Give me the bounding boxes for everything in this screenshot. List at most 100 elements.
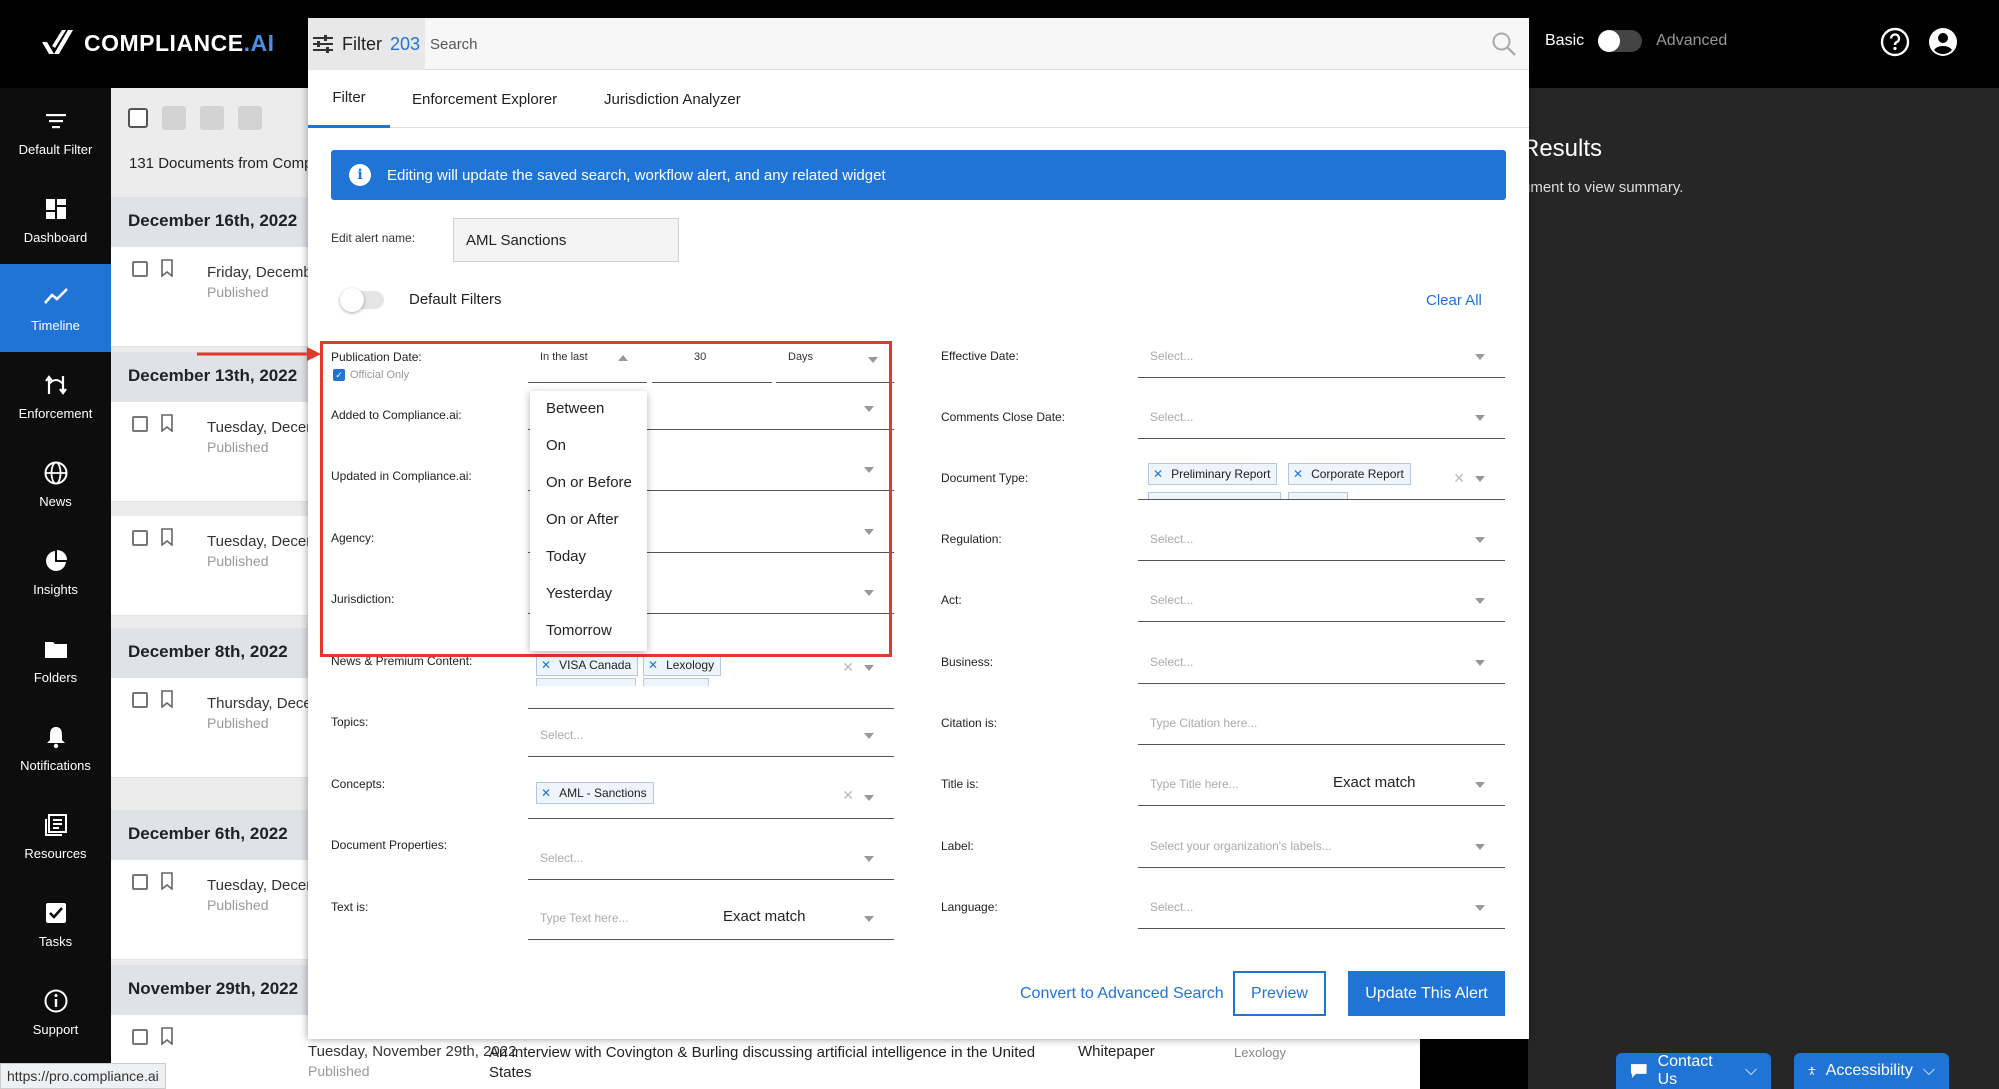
placeholder: Select...	[1150, 349, 1194, 363]
row-checkbox[interactable]	[132, 874, 148, 890]
sidebar-item-default-filter[interactable]: Default Filter	[0, 88, 111, 176]
search-input[interactable]	[430, 30, 1430, 58]
clear-icon[interactable]: ✕	[842, 659, 854, 676]
sidebar-item-notifications[interactable]: Notifications	[0, 704, 111, 792]
update-alert-button[interactable]: Update This Alert	[1348, 971, 1505, 1016]
filter-button[interactable]: Filter 203	[308, 18, 425, 70]
menu-item-yesterday[interactable]: Yesterday	[546, 585, 612, 602]
contact-us-button[interactable]: Contact Us ⌵	[1616, 1053, 1771, 1089]
row-checkbox[interactable]	[132, 692, 148, 708]
accessibility-button[interactable]: Accessibility ⌵	[1794, 1053, 1949, 1089]
concepts-select[interactable]: ✕ AML - Sanctions ✕	[528, 775, 894, 819]
user-account-icon[interactable]	[1928, 27, 1958, 57]
sidebar-item-tasks[interactable]: Tasks	[0, 880, 111, 968]
remove-icon[interactable]: ✕	[541, 786, 551, 800]
list-item[interactable]: Tuesday, Decer Published	[111, 516, 311, 616]
label-select[interactable]: Select your organization's labels...	[1138, 824, 1505, 868]
bookmark-icon[interactable]	[160, 528, 174, 546]
bookmark-icon[interactable]	[160, 414, 174, 432]
convert-advanced-search-link[interactable]: Convert to Advanced Search	[1020, 985, 1224, 1003]
menu-item-between[interactable]: Between	[546, 400, 604, 417]
row-checkbox[interactable]	[132, 530, 148, 546]
sidebar-item-dashboard[interactable]: Dashboard	[0, 176, 111, 264]
sidebar-item-news[interactable]: News	[0, 440, 111, 528]
chevron-down-icon	[1475, 905, 1485, 911]
sidebar-item-resources[interactable]: Resources	[0, 792, 111, 880]
doc-properties-select[interactable]: Select...	[528, 836, 894, 880]
row-checkbox[interactable]	[132, 1029, 148, 1045]
preview-button[interactable]: Preview	[1233, 971, 1326, 1016]
menu-item-today[interactable]: Today	[546, 548, 586, 565]
menu-item-on[interactable]: On	[546, 437, 566, 454]
language-select[interactable]: Select...	[1138, 885, 1505, 929]
add-to-folder-icon[interactable]	[162, 106, 186, 130]
sidebar-item-support[interactable]: Support	[0, 968, 111, 1056]
tab-enforcement-explorer[interactable]: Enforcement Explorer	[412, 70, 557, 128]
default-filters-toggle[interactable]	[340, 288, 384, 312]
bookmark-icon[interactable]	[160, 1027, 174, 1045]
regulation-select[interactable]: Select...	[1138, 517, 1505, 561]
sidebar-item-insights[interactable]: Insights	[0, 528, 111, 616]
remove-icon[interactable]: ✕	[541, 658, 551, 672]
mode-toggle[interactable]	[1598, 30, 1643, 52]
sidebar-item-label: Support	[32, 1021, 79, 1037]
chevron-down-icon	[1475, 598, 1485, 604]
chip-label: VISA Canada	[559, 658, 632, 672]
bookmark-icon[interactable]	[160, 690, 174, 708]
chip[interactable]: ✕ AML - Sanctions	[536, 782, 654, 804]
effective-date-select[interactable]: Select...	[1138, 334, 1505, 378]
business-select[interactable]: Select...	[1138, 640, 1505, 684]
select-all-checkbox[interactable]	[128, 108, 148, 128]
app-logo[interactable]: COMPLIANCE.AI	[40, 24, 275, 62]
clear-icon[interactable]: ✕	[1453, 470, 1465, 487]
act-select[interactable]: Select...	[1138, 578, 1505, 622]
chip[interactable]: ✕ Corporate Report	[1288, 463, 1411, 485]
print-icon[interactable]	[238, 106, 262, 130]
accessibility-icon	[1808, 1066, 1816, 1076]
match-mode-select[interactable]: Exact match	[1333, 774, 1416, 791]
row-status: Published	[308, 1063, 370, 1079]
placeholder: Type Text here...	[540, 911, 629, 925]
remove-icon[interactable]: ✕	[1293, 467, 1303, 481]
document-type-select[interactable]: ✕ Preliminary Report ✕ Corporate Report ✕	[1138, 456, 1505, 500]
chip[interactable]: ✕ Lexology	[643, 654, 722, 676]
row-checkbox[interactable]	[132, 416, 148, 432]
remove-icon[interactable]: ✕	[648, 658, 658, 672]
chip[interactable]: ✕ Preliminary Report	[1148, 463, 1278, 485]
clear-icon[interactable]: ✕	[842, 787, 854, 804]
topics-select[interactable]: Select...	[528, 713, 894, 757]
text-is-input[interactable]: Type Text here... Exact match	[528, 896, 894, 940]
sidebar-item-timeline[interactable]: Timeline	[0, 264, 111, 352]
sidebar-item-folders[interactable]: Folders	[0, 616, 111, 704]
match-mode-select[interactable]: Exact match	[723, 908, 806, 925]
bookmark-icon[interactable]	[160, 259, 174, 277]
chevron-down-icon: ⌵	[1744, 1062, 1757, 1079]
news-premium-select[interactable]: ✕ VISA Canada ✕ Lexology ✕	[528, 653, 894, 709]
list-item[interactable]: Tuesday, Decer Published	[111, 402, 311, 502]
default-filters-label: Default Filters	[409, 291, 502, 308]
row-title[interactable]: An interview with Covington & Burling di…	[489, 1043, 1069, 1083]
alert-name-input[interactable]	[453, 218, 679, 262]
title-is-input[interactable]: Type Title here... Exact match	[1138, 762, 1505, 806]
clear-all-link[interactable]: Clear All	[1426, 292, 1482, 309]
email-icon[interactable]	[200, 106, 224, 130]
tab-jurisdiction-analyzer[interactable]: Jurisdiction Analyzer	[604, 70, 741, 128]
citation-input[interactable]: Type Citation here...	[1138, 701, 1505, 745]
list-item[interactable]: Thursday, Dece Published	[111, 678, 312, 778]
row-checkbox[interactable]	[132, 261, 148, 277]
menu-item-on-or-before[interactable]: On or Before	[546, 474, 632, 491]
remove-icon[interactable]: ✕	[1153, 467, 1163, 481]
bookmark-icon[interactable]	[160, 872, 174, 890]
list-item[interactable]: Friday, Decemb Published	[111, 247, 312, 347]
search-icon[interactable]	[1491, 31, 1517, 57]
date-header: December 6th, 2022	[111, 810, 308, 860]
sidebar-item-enforcement[interactable]: Enforcement	[0, 352, 111, 440]
menu-item-on-or-after[interactable]: On or After	[546, 511, 619, 528]
comments-close-select[interactable]: Select...	[1138, 395, 1505, 439]
chip[interactable]: ✕ VISA Canada	[536, 654, 639, 676]
menu-item-tomorrow[interactable]: Tomorrow	[546, 622, 612, 639]
tab-filter[interactable]: Filter	[308, 70, 390, 128]
help-icon[interactable]	[1880, 27, 1910, 57]
placeholder: Select...	[1150, 532, 1194, 546]
list-item[interactable]: Tuesday, Decer Published	[111, 860, 311, 960]
